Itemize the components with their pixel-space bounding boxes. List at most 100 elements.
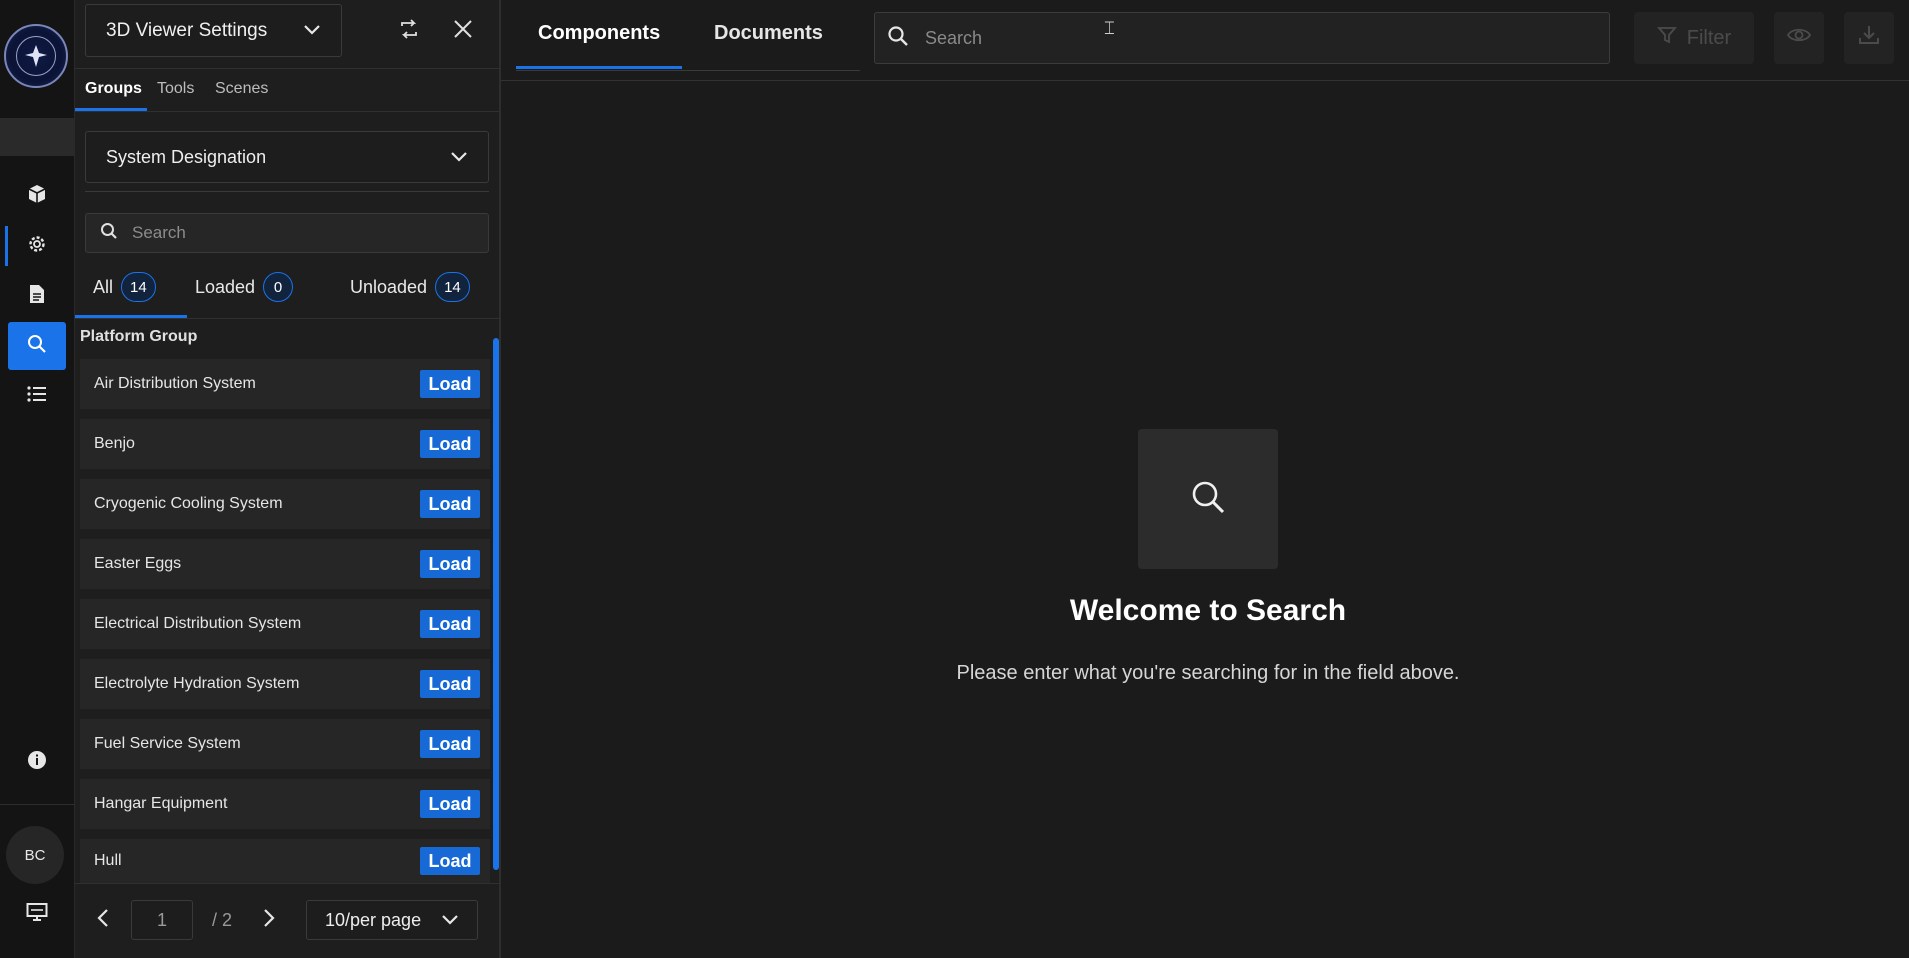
rail-item-search[interactable] [8,322,66,370]
load-button[interactable]: Load [420,847,480,875]
rail-divider [0,804,75,805]
count-badge: 0 [263,272,294,302]
load-button[interactable]: Load [420,790,480,818]
page-number-input[interactable]: 1 [131,900,193,940]
download-icon [1858,24,1880,52]
filter-tab-label: Loaded [195,276,256,297]
main-search-input[interactable]: Search [874,12,1610,64]
list-item-label: Benjo [94,435,135,452]
group-search-input[interactable]: Search [85,213,489,253]
load-button[interactable]: Load [420,370,480,398]
pager-divider [75,883,499,884]
list-icon [27,385,47,408]
search-icon [27,334,47,359]
user-initials: BC [24,846,46,864]
list-item: Easter Eggs Load [80,539,490,589]
filter-tab-unloaded[interactable]: Unloaded 14 [350,272,470,302]
empty-state-subtitle: Please enter what you're searching for i… [956,662,1460,684]
count-badge: 14 [121,272,156,302]
load-button[interactable]: Load [420,490,480,518]
panel-title-dropdown[interactable]: 3D Viewer Settings [85,4,342,57]
rail-item-settings[interactable] [5,222,66,270]
select-divider [85,191,489,192]
next-page-button[interactable] [263,908,275,933]
load-button[interactable]: Load [420,730,480,758]
list-scrollbar[interactable] [493,338,499,870]
load-button[interactable]: Load [420,550,480,578]
filter-label: Filter [1686,26,1732,49]
document-icon [28,284,46,309]
rail-item-display[interactable] [8,890,66,938]
app-window: BC 3D Viewer Settings Groups Tools Scene… [0,0,1909,958]
text-cursor-icon: ⌶ [1104,18,1115,38]
rail-item-info[interactable] [8,738,66,786]
load-button[interactable]: Load [420,610,480,638]
tab-active-indicator [516,66,682,69]
list-item-label: Hangar Equipment [94,795,228,812]
filter-tabs-divider [75,318,499,319]
prev-page-button[interactable] [97,908,109,933]
filter-icon [1656,25,1677,51]
rail-item-3d-viewer[interactable] [8,172,66,220]
left-rail: BC [0,0,75,958]
list-item-label: Fuel Service System [94,735,241,752]
refresh-button[interactable] [394,16,424,46]
search-icon [1190,479,1226,520]
filter-tab-loaded[interactable]: Loaded 0 [195,272,294,302]
list-item-label: Electrical Distribution System [94,615,302,632]
subtab-groups[interactable]: Groups [85,80,142,98]
filter-tab-all[interactable]: All 14 [93,272,156,302]
load-button[interactable]: Load [420,430,480,458]
rail-item-documents[interactable] [8,272,66,320]
visibility-button[interactable] [1774,12,1824,64]
list-item-label: Easter Eggs [94,555,182,572]
subtab-tools[interactable]: Tools [157,80,194,98]
empty-state-title: Welcome to Search [1069,594,1347,627]
load-filter-tabs: All 14 Loaded 0 Unloaded 14 [75,268,499,318]
filter-tab-label: All [93,276,114,297]
rail-highlight-strip [0,118,75,156]
logo-emblem-icon [16,36,56,76]
list-item: Electrical Distribution System Load [80,599,490,649]
gear-icon [27,234,47,259]
header-divider [501,80,1909,81]
eye-icon [1786,26,1812,50]
subtabs-divider [75,111,499,112]
list-item: Hull Load [80,839,490,883]
list-item: Benjo Load [80,419,490,469]
grouping-select-value: System Designation [106,146,267,167]
load-button[interactable]: Load [420,670,480,698]
chevron-left-icon [97,909,108,927]
count-badge: 14 [435,272,470,302]
rail-item-list[interactable] [8,372,66,420]
org-logo[interactable] [4,24,68,88]
chevron-down-icon [441,910,459,931]
filter-button[interactable]: Filter [1634,12,1754,64]
per-page-select[interactable]: 10/per page [306,900,478,940]
tabs-divider [516,70,860,71]
tab-documents[interactable]: Documents [714,22,823,45]
panel-subtabs: Groups Tools Scenes [75,70,499,111]
viewer-settings-panel: 3D Viewer Settings Groups Tools Scenes S… [75,0,501,958]
filter-tab-label: Unloaded [350,276,428,297]
list-item-label: Hull [94,852,122,869]
download-button[interactable] [1844,12,1894,64]
info-icon [27,750,47,775]
subtab-scenes[interactable]: Scenes [215,80,268,98]
panel-title: 3D Viewer Settings [106,19,268,41]
search-main: Components Documents Search ⌶ Filter Wel… [501,0,1909,958]
list-item: Air Distribution System Load [80,359,490,409]
list-item-label: Electrolyte Hydration System [94,675,300,692]
group-heading: Platform Group [80,328,198,345]
list-item: Hangar Equipment Load [80,779,490,829]
user-avatar[interactable]: BC [6,826,64,884]
search-icon [887,25,909,52]
page-total: / 2 [212,910,233,930]
refresh-icon [398,18,420,45]
tab-components[interactable]: Components [538,22,660,45]
panel-divider [75,68,499,69]
search-icon [100,222,118,245]
list-item: Electrolyte Hydration System Load [80,659,490,709]
close-panel-button[interactable] [448,16,478,46]
grouping-select[interactable]: System Designation [85,131,489,183]
